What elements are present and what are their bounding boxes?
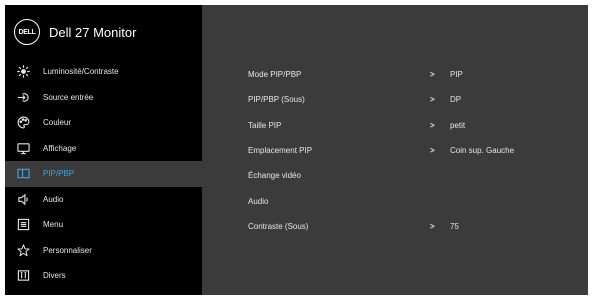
setting-value: petit bbox=[450, 121, 466, 130]
sidebar-item-pip-pbp[interactable]: PIP/PBP bbox=[5, 161, 202, 187]
chevron-right-icon: > bbox=[430, 70, 435, 79]
setting-value: PIP bbox=[450, 70, 463, 79]
monitor-osd: DELL Dell 27 Monitor Luminosité/Contrast… bbox=[5, 5, 588, 295]
sidebar-item-menu[interactable]: Menu bbox=[5, 212, 202, 238]
sidebar-item-label: Menu bbox=[43, 220, 64, 230]
sidebar-item-color[interactable]: Couleur bbox=[5, 110, 202, 136]
sidebar-item-display[interactable]: Affichage bbox=[5, 136, 202, 162]
menu-icon bbox=[16, 218, 30, 232]
sidebar-item-others[interactable]: Divers bbox=[5, 263, 202, 289]
color-palette-icon bbox=[16, 116, 30, 130]
setting-row-sub-contrast[interactable]: Contraste (Sous) > 75 bbox=[202, 214, 588, 239]
brightness-icon bbox=[16, 65, 30, 79]
setting-label: PIP/PBP (Sous) bbox=[248, 95, 305, 104]
setting-label: Emplacement PIP bbox=[248, 146, 313, 155]
input-source-icon bbox=[16, 90, 30, 104]
sidebar-item-input-source[interactable]: Source entrée bbox=[5, 85, 202, 111]
info-icon bbox=[16, 269, 30, 283]
setting-row-video-swap[interactable]: Échange vidéo bbox=[202, 163, 588, 188]
setting-label: Audio bbox=[248, 197, 269, 206]
sidebar-item-brightness-contrast[interactable]: Luminosité/Contraste bbox=[5, 59, 202, 85]
sidebar-item-audio[interactable]: Audio bbox=[5, 187, 202, 213]
sidebar-item-label: Couleur bbox=[43, 118, 72, 128]
chevron-right-icon: > bbox=[430, 95, 435, 104]
sidebar-item-label: PIP/PBP bbox=[43, 169, 75, 179]
setting-value: Coin sup. Gauche bbox=[450, 146, 515, 155]
setting-value: DP bbox=[450, 95, 462, 104]
osd-header: DELL Dell 27 Monitor bbox=[5, 5, 202, 59]
setting-label: Contraste (Sous) bbox=[248, 222, 309, 231]
pip-icon bbox=[16, 167, 30, 181]
sidebar-item-label: Source entrée bbox=[43, 92, 94, 102]
dell-logo: DELL bbox=[14, 19, 40, 45]
setting-row-pip-sub-source[interactable]: PIP/PBP (Sous) > DP bbox=[202, 87, 588, 112]
setting-row-pip-position[interactable]: Emplacement PIP > Coin sup. Gauche bbox=[202, 138, 588, 163]
setting-row-audio[interactable]: Audio bbox=[202, 189, 588, 214]
setting-row-pip-mode[interactable]: Mode PIP/PBP > PIP bbox=[202, 62, 588, 87]
display-icon bbox=[16, 141, 30, 155]
sidebar-item-label: Audio bbox=[43, 194, 64, 204]
setting-row-pip-size[interactable]: Taille PIP > petit bbox=[202, 113, 588, 138]
sidebar-item-label: Luminosité/Contraste bbox=[43, 67, 119, 77]
setting-label: Taille PIP bbox=[248, 121, 282, 130]
setting-value: 75 bbox=[450, 222, 459, 231]
setting-label: Mode PIP/PBP bbox=[248, 70, 302, 79]
chevron-right-icon: > bbox=[430, 121, 435, 130]
sidebar-menu: Luminosité/Contraste Source entrée Coule… bbox=[5, 59, 202, 295]
chevron-right-icon: > bbox=[430, 222, 435, 231]
star-icon bbox=[16, 243, 30, 257]
setting-label: Échange vidéo bbox=[248, 171, 301, 180]
sidebar-item-label: Affichage bbox=[43, 143, 77, 153]
sidebar-item-personalize[interactable]: Personnaliser bbox=[5, 238, 202, 264]
chevron-right-icon: > bbox=[430, 146, 435, 155]
settings-panel: Mode PIP/PBP > PIP PIP/PBP (Sous) > DP T… bbox=[202, 5, 588, 295]
sidebar-item-label: Divers bbox=[43, 271, 66, 281]
speaker-icon bbox=[16, 192, 30, 206]
monitor-title: Dell 27 Monitor bbox=[49, 24, 137, 40]
sidebar-item-label: Personnaliser bbox=[43, 245, 92, 255]
